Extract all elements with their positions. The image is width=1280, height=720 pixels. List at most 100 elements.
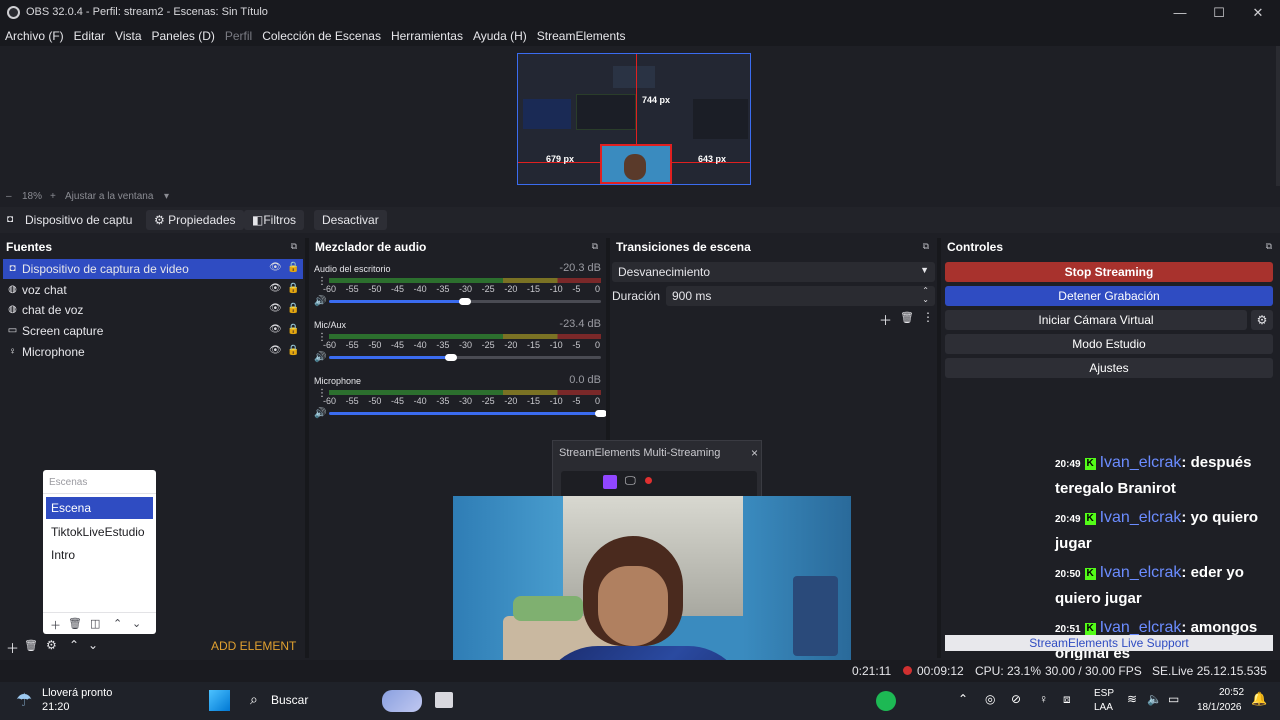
clock-date[interactable]: 18/1/2026 <box>1197 702 1242 713</box>
lock-icon[interactable]: 🔒 <box>287 324 299 335</box>
chevron-up-icon[interactable]: ⌃ <box>958 692 968 706</box>
source-row[interactable]: ▭ Screen capture 👁 🔒 <box>3 321 303 341</box>
lock-icon[interactable]: 🔒 <box>287 283 299 294</box>
eye-icon[interactable]: 👁 <box>269 303 282 314</box>
speaker-icon[interactable]: 🔊 <box>314 296 326 307</box>
preview-canvas[interactable]: 744 px 679 px 643 px <box>517 53 751 185</box>
battery-saver-icon[interactable]: ⧈ <box>1063 692 1071 707</box>
gear-icon[interactable]: ⚙ <box>46 638 57 652</box>
volume-slider-fill[interactable] <box>329 300 465 303</box>
close-button[interactable]: ✕ <box>1238 3 1278 23</box>
volume-slider-track[interactable] <box>451 356 601 359</box>
speaker-icon[interactable]: 🔊 <box>314 408 326 419</box>
clock-time[interactable]: 20:52 <box>1219 687 1244 698</box>
obs-tray-icon[interactable]: ◎ <box>985 692 995 706</box>
spin-arrows-icon[interactable]: ⌃ ⌄ <box>922 286 929 304</box>
properties-button[interactable]: ⚙ Propiedades <box>146 210 244 230</box>
filter-icon[interactable]: ◫ <box>90 617 100 630</box>
search-highlight-icon[interactable] <box>382 690 422 712</box>
windows-start-icon[interactable] <box>209 690 230 711</box>
volume-slider-handle[interactable] <box>459 298 471 305</box>
weather-title[interactable]: Lloverá pronto <box>42 687 112 699</box>
scene-item[interactable]: TiktokLiveEstudio <box>46 521 153 543</box>
se-live-support-bar[interactable]: StreamElements Live Support <box>945 635 1273 651</box>
menu-item[interactable]: Perfil <box>220 26 257 46</box>
stop-streaming-button[interactable]: Stop Streaming <box>945 262 1273 282</box>
source-row[interactable]: ◘ Dispositivo de captura de video 👁 🔒 <box>3 259 303 279</box>
more-icon[interactable]: ⋮ <box>922 310 934 324</box>
speaker-icon[interactable]: 🔊 <box>314 352 326 363</box>
source-row[interactable]: ♀ Microphone 👁 🔒 <box>3 342 303 362</box>
chevron-up-icon[interactable]: ⌃ <box>113 617 122 630</box>
lock-icon[interactable]: 🔒 <box>287 303 299 314</box>
eye-icon[interactable]: 👁 <box>269 345 282 356</box>
duration-spinbox[interactable]: 900 ms ⌃ ⌄ <box>666 286 935 306</box>
rain-cloud-icon[interactable]: ☂ <box>16 690 32 711</box>
scene-item[interactable]: Intro <box>46 544 153 566</box>
start-virtual-camera-button[interactable]: Iniciar Cámara Virtual <box>945 310 1247 330</box>
zoom-in-button[interactable]: + <box>50 191 56 202</box>
microphone-icon[interactable]: ♀ <box>1039 692 1048 706</box>
add-icon[interactable]: ＋ <box>50 617 61 633</box>
scene-item[interactable]: Escena <box>46 497 153 519</box>
speaker-icon[interactable]: 🔈 <box>1147 692 1162 706</box>
source-row[interactable]: ◍ chat de voz 👁 🔒 <box>3 300 303 320</box>
volume-slider-track[interactable] <box>465 300 601 303</box>
stop-recording-button[interactable]: Detener Grabación <box>945 286 1273 306</box>
taskbar-search[interactable]: Buscar <box>271 693 308 707</box>
menu-item[interactable]: Vista <box>110 26 146 46</box>
eye-icon[interactable]: 👁 <box>269 262 282 273</box>
add-icon[interactable]: ＋ <box>6 638 19 657</box>
menu-item[interactable]: Herramientas <box>386 26 468 46</box>
virtual-camera-settings-gear-icon[interactable]: ⚙ <box>1251 310 1273 330</box>
menu-item[interactable]: Editar <box>69 26 110 46</box>
transition-select[interactable]: Desvanecimiento ▼ <box>612 262 935 282</box>
trash-icon[interactable]: 🗑 <box>24 639 38 652</box>
undock-icon[interactable]: ⧉ <box>592 241 598 252</box>
volume-slider-handle[interactable] <box>445 354 458 361</box>
input-layout[interactable]: LAA <box>1094 702 1113 713</box>
menu-item[interactable]: Paneles (D) <box>147 26 220 46</box>
menu-item[interactable]: Archivo (F) <box>0 26 69 46</box>
preview-scrollbar[interactable] <box>1276 46 1280 186</box>
input-language[interactable]: ESP <box>1094 688 1114 699</box>
spotify-icon[interactable] <box>876 691 896 711</box>
volume-slider-fill[interactable] <box>329 412 601 415</box>
maximize-button[interactable]: ☐ <box>1199 3 1239 23</box>
chevron-down-icon[interactable]: ⌄ <box>132 617 141 630</box>
file-explorer-icon[interactable] <box>435 692 453 708</box>
menu-item[interactable]: StreamElements <box>532 26 631 46</box>
settings-button[interactable]: Ajustes <box>945 358 1273 378</box>
wifi-icon[interactable]: ≋ <box>1127 692 1137 706</box>
chevron-down-icon[interactable]: ⌄ <box>88 638 98 652</box>
trash-icon[interactable]: 🗑 <box>68 617 82 630</box>
preview-webcam-source[interactable] <box>600 144 672 184</box>
eye-icon[interactable]: 👁 <box>269 324 282 335</box>
undock-icon[interactable]: ⧉ <box>1266 241 1272 252</box>
search-icon[interactable]: ⌕ <box>250 691 258 708</box>
deactivate-button[interactable]: Desactivar <box>314 210 387 230</box>
fit-window-option[interactable]: Ajustar a la ventana <box>65 191 153 202</box>
notification-bell-icon[interactable]: 🔔 <box>1251 691 1267 707</box>
undock-icon[interactable]: ⧉ <box>923 241 929 252</box>
menu-item[interactable]: Ayuda (H) <box>468 26 532 46</box>
studio-mode-button[interactable]: Modo Estudio <box>945 334 1273 354</box>
menu-item[interactable]: Colección de Escenas <box>257 26 386 46</box>
lock-icon[interactable]: 🔒 <box>287 345 299 356</box>
trash-icon[interactable]: 🗑 <box>900 311 914 324</box>
undock-icon[interactable]: ⧉ <box>291 241 297 252</box>
eye-off-icon[interactable]: ⊘ <box>1011 692 1021 706</box>
close-icon[interactable]: × <box>751 446 758 460</box>
volume-slider-fill[interactable] <box>329 356 452 359</box>
chevron-up-icon[interactable]: ⌃ <box>69 638 79 652</box>
add-icon[interactable]: ＋ <box>879 310 892 329</box>
battery-icon[interactable]: ▭ <box>1168 692 1179 706</box>
lock-icon[interactable]: 🔒 <box>287 262 299 273</box>
chevron-down-icon[interactable]: ▾ <box>164 191 169 202</box>
add-element-button[interactable]: ADD ELEMENT <box>211 639 296 653</box>
eye-icon[interactable]: 👁 <box>269 283 282 294</box>
source-row[interactable]: ◍ voz chat 👁 🔒 <box>3 280 303 300</box>
filters-button[interactable]: ◧Filtros <box>244 210 305 230</box>
minimize-button[interactable]: — <box>1160 3 1200 23</box>
zoom-out-button[interactable]: – <box>6 191 12 202</box>
